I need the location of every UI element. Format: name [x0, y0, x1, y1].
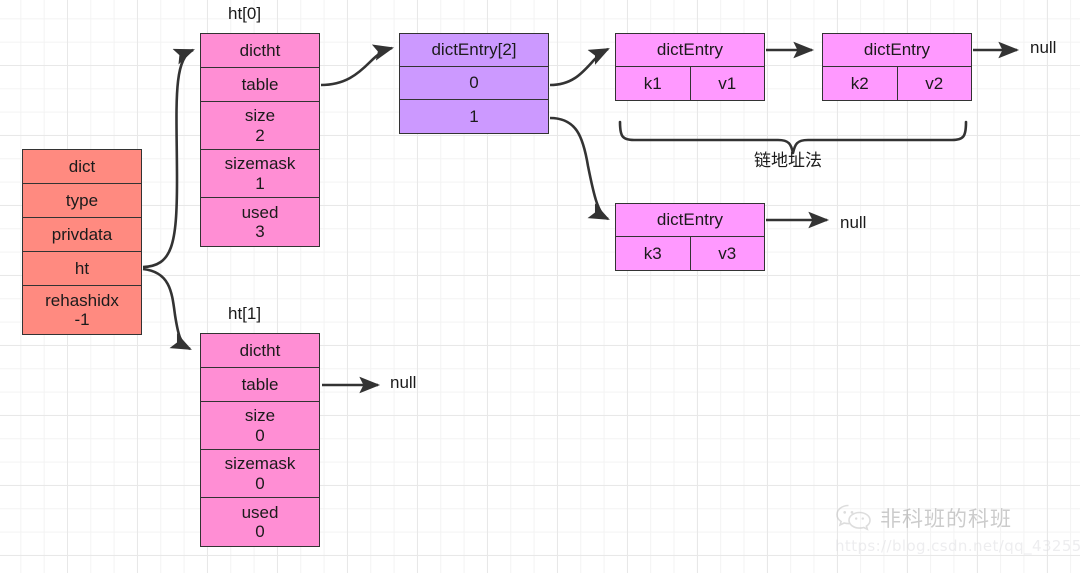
wechat-icon — [836, 504, 871, 531]
dict-entry-node-k3: dictEntry k3 v3 — [615, 203, 765, 271]
ht1-row-size: size 0 — [201, 402, 319, 450]
entry-key: k2 — [823, 67, 898, 100]
null-label-chain1: null — [840, 213, 867, 232]
ht1-row-table: table — [201, 368, 319, 402]
entry-kv-row: k3 v3 — [616, 237, 764, 270]
dict-row-rehashidx: rehashidx -1 — [45, 290, 119, 329]
dict-row-privdata: privdata — [23, 218, 141, 252]
entry-value: v1 — [718, 73, 737, 93]
ht0-row-used: used 3 — [241, 202, 279, 241]
edge-dict-ht-to-ht0 — [142, 48, 195, 269]
watermark-account-name: 非科班的科班 — [880, 507, 1012, 531]
watermark-url: https://blog.csdn.net/qq_43255017 — [835, 537, 1080, 555]
entry-title: dictEntry — [616, 204, 764, 237]
bucket-array-header: dictEntry[2] — [400, 34, 548, 67]
bucket-slot-1: 1 — [469, 106, 479, 126]
dict-row-ht: ht — [23, 252, 141, 286]
null-label-ht1-table: null — [390, 373, 417, 392]
null-label-chain0: null — [1030, 38, 1057, 57]
edge-dict-ht-to-ht1 — [142, 267, 192, 351]
ht1-dictht-box: dictht table size 0 sizemask 0 used 0 — [200, 333, 320, 547]
edge-ht0-table-to-bucket — [320, 44, 395, 87]
entry-kv-row: k2 v2 — [823, 67, 971, 100]
chain-address-method-label: 链地址法 — [754, 151, 822, 170]
dict-struct-box: dict type privdata ht rehashidx -1 — [22, 149, 142, 335]
edge-bucket1-to-entry-k3 — [549, 116, 610, 221]
ht1-row-used: used 0 — [241, 502, 279, 541]
ht0-dictht-box: dictht table size 2 sizemask 1 used 3 — [200, 33, 320, 247]
ht0-row-dictht: dictht — [201, 34, 319, 68]
entry-kv-row: k1 v1 — [616, 67, 764, 100]
entry-key: k3 — [616, 237, 691, 270]
watermark-row: 非科班的科班 — [835, 503, 1075, 533]
diagram-canvas: dict type privdata ht rehashidx -1 ht[0]… — [0, 0, 1080, 573]
ht0-row-size: size 2 — [201, 102, 319, 150]
ht0-caption: ht[0] — [228, 4, 262, 23]
ht0-row-sizemask: sizemask 1 — [201, 150, 319, 198]
entry-key: k1 — [616, 67, 691, 100]
ht1-row-sizemask: sizemask 0 — [201, 450, 319, 498]
entry-title: dictEntry — [823, 34, 971, 67]
ht1-row-dictht: dictht — [201, 334, 319, 368]
entry-value: v2 — [925, 73, 944, 93]
entry-value: v3 — [718, 243, 737, 263]
watermark: 非科班的科班 https://blog.csdn.net/qq_43255017 — [835, 503, 1080, 569]
dict-entry-node-k2: dictEntry k2 v2 — [822, 33, 972, 101]
dict-row-type: type — [23, 184, 141, 218]
bucket-array-box: dictEntry[2] 0 1 — [399, 33, 549, 134]
dict-entry-node-k1: dictEntry k1 v1 — [615, 33, 765, 101]
entry-title: dictEntry — [616, 34, 764, 67]
ht0-row-table: table — [201, 68, 319, 102]
edge-bucket0-to-entry-k1 — [549, 47, 610, 87]
ht1-caption: ht[1] — [228, 304, 262, 323]
bucket-slot-0: 0 — [400, 67, 548, 100]
dict-row-title: dict — [23, 150, 141, 184]
